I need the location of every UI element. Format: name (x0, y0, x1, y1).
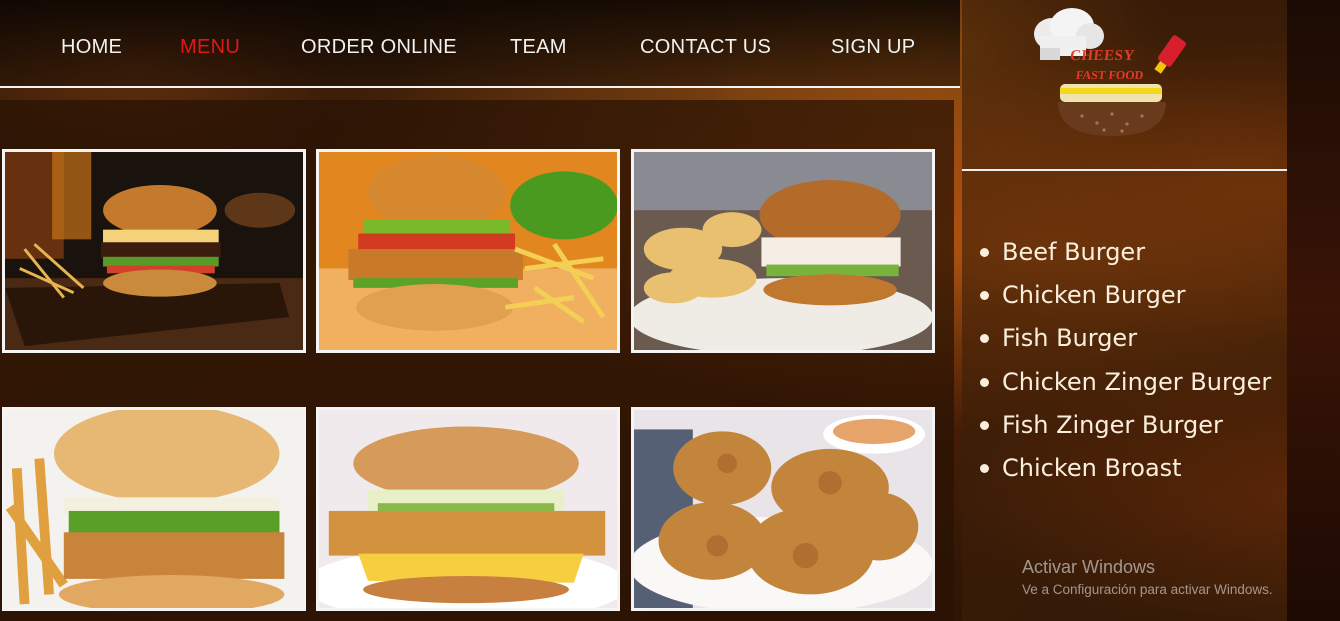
watermark-subtitle: Ve a Configuración para activar Windows. (1022, 582, 1273, 597)
right-sidebar: CHEESY FAST FOOD Beef Burger Chicken Bur… (962, 0, 1287, 621)
nav-sign-up[interactable]: SIGN UP (831, 36, 915, 59)
nav-team[interactable]: TEAM (510, 36, 567, 59)
menu-item-chicken-broast[interactable]: Chicken Broast (980, 448, 1271, 491)
windows-activation-watermark: Activar Windows Ve a Configuración para … (1022, 557, 1273, 597)
beef-burger-photo[interactable] (2, 149, 306, 353)
ketchup-bottle-icon (1154, 35, 1186, 74)
menu-item-fish-burger[interactable]: Fish Burger (980, 318, 1271, 361)
menu-item-fish-zinger-burger[interactable]: Fish Zinger Burger (980, 405, 1271, 448)
fish-zinger-burger-photo[interactable] (316, 407, 620, 611)
cheesy-fast-food-logo[interactable]: CHEESY FAST FOOD (1032, 6, 1192, 141)
menu-item-chicken-burger[interactable]: Chicken Burger (980, 275, 1271, 318)
logo-text-line1: CHEESY (1069, 48, 1136, 64)
menu-item-beef-burger[interactable]: Beef Burger (980, 232, 1271, 275)
top-navbar: HOME MENU ORDER ONLINE TEAM CONTACT US S… (0, 0, 960, 88)
watermark-title: Activar Windows (1022, 557, 1156, 577)
chicken-burger-photo[interactable] (316, 149, 620, 353)
chicken-broast-photo[interactable] (631, 407, 935, 611)
chicken-zinger-burger-photo[interactable] (2, 407, 306, 611)
nav-order-online[interactable]: ORDER ONLINE (301, 36, 457, 59)
fish-burger-photo[interactable] (631, 149, 935, 353)
logo-text-line2: FAST FOOD (1075, 68, 1145, 82)
sidebar-divider (962, 169, 1287, 171)
nav-contact-us[interactable]: CONTACT US (640, 36, 771, 59)
nav-home[interactable]: HOME (61, 36, 122, 59)
menu-category-list: Beef Burger Chicken Burger Fish Burger C… (980, 232, 1271, 491)
nav-menu[interactable]: MENU (180, 36, 240, 59)
menu-item-chicken-zinger-burger[interactable]: Chicken Zinger Burger (980, 362, 1271, 405)
right-edge-background (1287, 0, 1340, 621)
